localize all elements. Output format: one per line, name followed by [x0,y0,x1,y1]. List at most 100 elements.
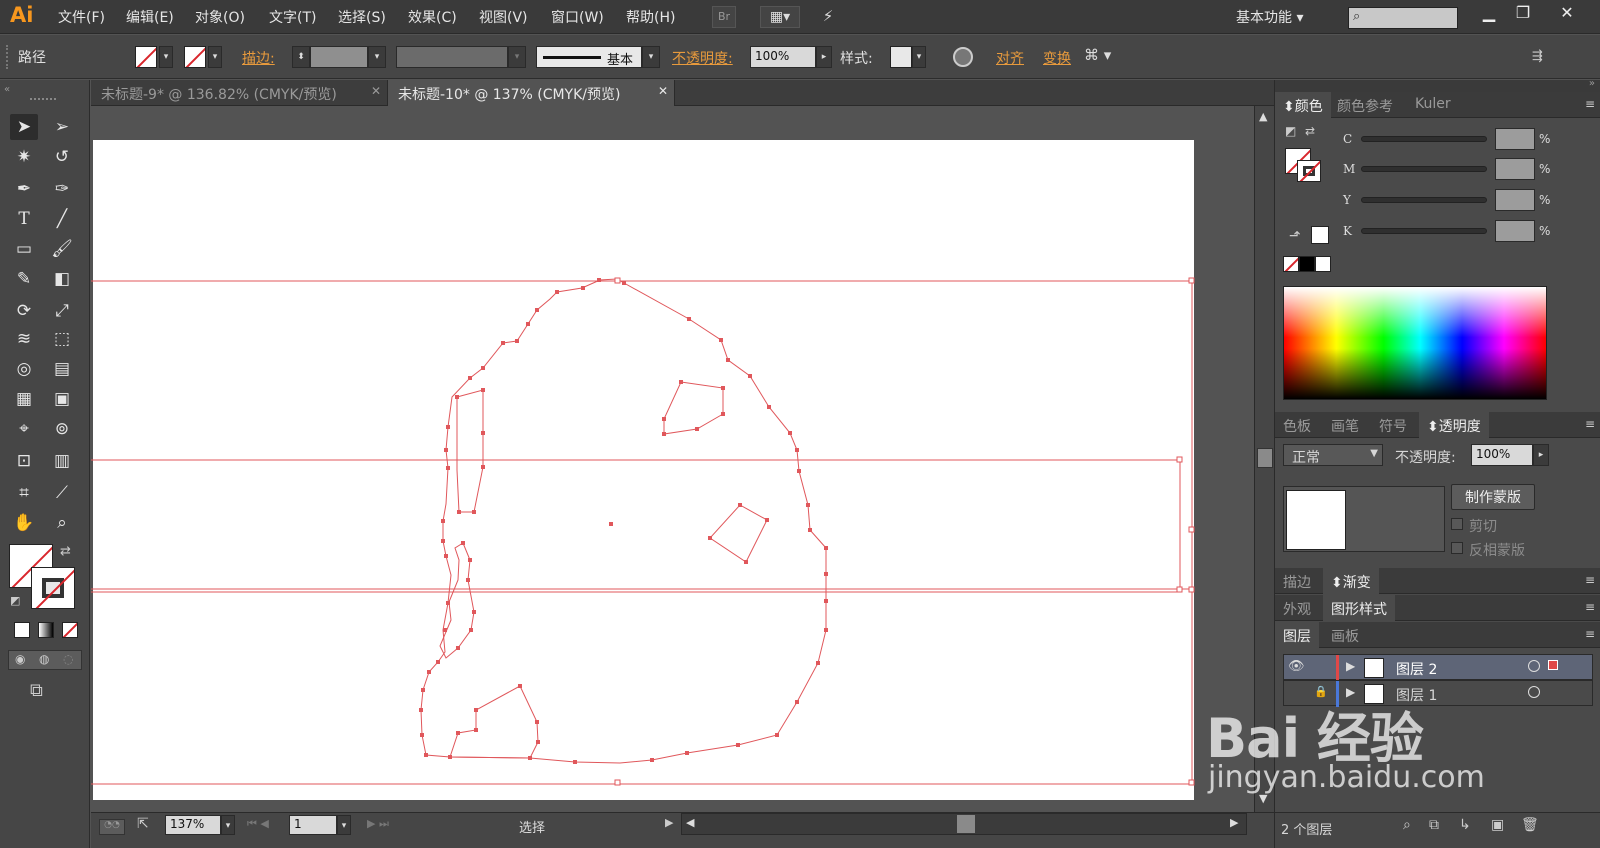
gpu-performance-icon[interactable]: ⚡ [814,6,842,28]
panel-menu-icon[interactable]: ≡ [1585,97,1595,111]
stroke-color-box[interactable] [31,567,75,609]
tab-artboards[interactable]: 画板 [1323,622,1367,648]
brush-definition[interactable]: 基本 [536,46,642,68]
stroke-weight-field[interactable] [310,46,368,68]
menu-window[interactable]: 窗口(W) [551,7,604,27]
zoom-field[interactable]: 137% [165,815,221,835]
close-button[interactable]: ✕ [1550,2,1584,26]
arrange-documents-icon[interactable]: ▦▾ [760,6,800,28]
draw-behind-icon[interactable]: ◍ [39,652,49,666]
menu-select[interactable]: 选择(S) [338,7,386,27]
tab-document-10[interactable]: 未标题-10* @ 137% (CMYK/预览) ✕ [388,80,675,106]
artboard-tool-icon[interactable]: ⌗ [10,480,38,506]
tab-swatches[interactable]: 色板 [1275,412,1319,438]
search-input[interactable]: ⌕ [1348,7,1458,29]
graphic-style-dropdown[interactable]: ▾ [912,46,926,68]
opacity-field[interactable]: 100% [750,46,816,68]
tab-gradient[interactable]: ⬍渐变 [1323,568,1379,594]
channel-m-slider[interactable] [1361,166,1487,172]
workspace-switcher[interactable]: 基本功能 ▾ [1236,7,1303,27]
symbol-sprayer-icon[interactable]: ⊡ [10,448,38,474]
layer-row-2[interactable]: 👁 ▶ 图层 2 [1283,654,1593,681]
minimize-button[interactable]: ▁ [1472,2,1506,26]
white-swatch[interactable] [1315,256,1331,272]
locate-object-icon[interactable]: ⌕ [1403,817,1411,833]
scroll-thumb[interactable] [1257,448,1273,468]
opacity-arrow[interactable]: ▸ [1533,444,1549,466]
artboard-dropdown[interactable]: ▾ [337,815,351,835]
menu-effect[interactable]: 效果(C) [408,7,457,27]
slice-tool-icon[interactable]: ⟋ [48,480,76,506]
new-layer-icon[interactable]: ▣ [1491,817,1504,833]
lasso-icon[interactable]: ↺ [48,144,76,170]
path-artwork[interactable] [91,106,1254,812]
tab-transparency[interactable]: ⬍透明度 [1419,412,1489,438]
expand-icon[interactable]: » [1589,78,1595,89]
channel-m-value[interactable] [1495,158,1535,180]
canvas[interactable] [91,106,1254,812]
menu-object[interactable]: 对象(O) [195,7,245,27]
object-thumbnail[interactable] [1286,490,1346,550]
gradient-tool-icon[interactable]: ▣ [48,386,76,412]
magic-wand-icon[interactable]: ✷ [10,144,38,170]
scroll-left-icon[interactable]: ◀ [686,816,694,829]
none-swatch[interactable] [1283,256,1299,272]
paintbrush-icon[interactable]: 🖌 [48,236,76,262]
transform-link[interactable]: 变换 [1043,48,1071,68]
selection-tool-icon[interactable]: ➤ [10,114,38,140]
draw-inside-icon[interactable]: ◌ [63,652,73,666]
shape-builder-icon[interactable]: ◎ [10,356,38,382]
blend-mode-select[interactable]: 正常 ▼ [1283,444,1383,466]
gamut-swatch[interactable] [1311,226,1329,244]
panel-menu-icon[interactable]: ≡ [1585,417,1595,431]
collapse-icon[interactable]: « [4,84,10,95]
swap-colors-icon[interactable]: ⇄ [1305,124,1315,138]
bridge-button[interactable]: Br [712,6,736,28]
tab-color-guide[interactable]: 颜色参考 [1329,92,1401,118]
direct-selection-tool-icon[interactable]: ➢ [48,114,76,140]
tab-brushes[interactable]: 画笔 [1323,412,1367,438]
pen-tool-icon[interactable]: ✒ [10,176,38,202]
menu-view[interactable]: 视图(V) [479,7,528,27]
menu-file[interactable]: 文件(F) [58,7,105,27]
status-menu-icon[interactable]: ▶ [665,816,673,829]
color-mode-icon[interactable] [14,622,30,638]
tab-symbols[interactable]: 符号 [1371,412,1415,438]
tab-kuler[interactable]: Kuler [1407,92,1459,118]
stroke-dropdown[interactable]: ▾ [208,46,222,68]
eyedropper-icon[interactable]: ⌖ [10,416,38,442]
perspective-grid-icon[interactable]: ▤ [48,356,76,382]
channel-k-value[interactable] [1495,220,1535,242]
stroke-weight-dropdown[interactable]: ▾ [368,46,386,68]
rectangle-tool-icon[interactable]: ▭ [10,236,38,262]
scroll-right-icon[interactable]: ▶ [1230,816,1238,829]
fill-dropdown[interactable]: ▾ [159,46,173,68]
panel-menu-icon[interactable]: ⇶ [1532,49,1543,64]
channel-k-slider[interactable] [1361,228,1487,234]
gradient-mode-icon[interactable] [38,622,54,638]
panel-menu-icon[interactable]: ≡ [1585,600,1595,614]
swap-fill-stroke-icon[interactable]: ⇄ [60,544,71,559]
next-artboard-icon[interactable]: ▶ ⏭ [367,817,389,831]
curvature-tool-icon[interactable]: ✑ [48,176,76,202]
hand-tool-icon[interactable]: ✋ [10,510,38,536]
clip-checkbox[interactable] [1451,518,1463,530]
close-icon[interactable]: ✕ [658,84,668,98]
share-icon[interactable]: ⇱ [137,816,149,832]
line-tool-icon[interactable]: ╱ [48,206,76,232]
free-transform-icon[interactable]: ⬚ [48,326,76,352]
blend-tool-icon[interactable]: ⊚ [48,416,76,442]
horizontal-scrollbar[interactable]: ◀ ▶ [681,813,1247,835]
cc-libraries-icon[interactable]: ◔◔ [99,819,125,835]
opacity-link[interactable]: 不透明度: [672,48,733,68]
target-icon[interactable] [1528,686,1540,698]
tab-appearance[interactable]: 外观 [1275,595,1319,621]
profile-dropdown[interactable]: ▾ [508,46,526,68]
channel-y-slider[interactable] [1361,197,1487,203]
screen-mode-icon[interactable]: ⧉ [30,680,43,701]
restore-button[interactable]: ❐ [1506,2,1540,26]
column-graph-icon[interactable]: ▥ [48,448,76,474]
stroke-weight-stepper[interactable]: ⬍ [292,46,310,68]
opacity-field[interactable]: 100% [1471,444,1533,466]
channel-c-value[interactable] [1495,128,1535,150]
